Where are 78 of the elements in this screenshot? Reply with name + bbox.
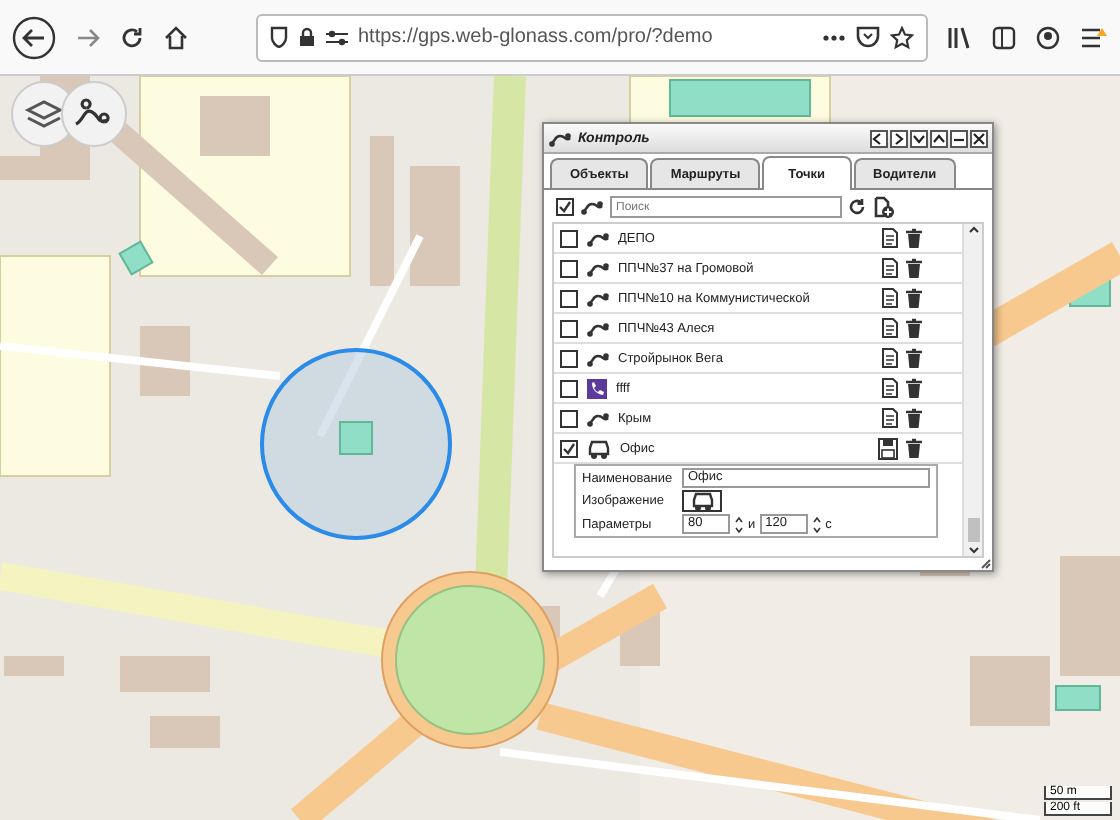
checkbox[interactable]	[560, 349, 578, 367]
menu-icon[interactable]	[1080, 25, 1108, 49]
pocket-icon[interactable]	[856, 26, 880, 48]
reload-icon[interactable]	[120, 25, 144, 49]
spinner-icon[interactable]	[811, 515, 822, 533]
trash-icon[interactable]	[906, 408, 922, 428]
scroll-thumb[interactable]	[967, 518, 979, 542]
phone-icon	[586, 377, 608, 399]
checkbox[interactable]	[560, 259, 578, 277]
address-bar[interactable]: https://gps.web-glonass.com/pro/?demo	[256, 13, 928, 61]
star-icon[interactable]	[890, 25, 914, 49]
add-point-icon[interactable]	[872, 196, 894, 218]
trash-icon[interactable]	[906, 438, 922, 458]
checkbox[interactable]	[560, 379, 578, 397]
save-icon[interactable]	[878, 437, 898, 459]
shield-icon	[270, 26, 288, 48]
expand-icon[interactable]	[930, 129, 948, 147]
checkbox[interactable]	[560, 229, 578, 247]
document-icon[interactable]	[882, 228, 898, 248]
home-icon[interactable]	[164, 25, 188, 49]
lock-icon	[298, 26, 316, 48]
trash-icon[interactable]	[906, 318, 922, 338]
document-icon[interactable]	[882, 258, 898, 278]
trash-icon[interactable]	[906, 378, 922, 398]
document-icon[interactable]	[882, 348, 898, 368]
url-text: https://gps.web-glonass.com/pro/?demo	[358, 26, 715, 48]
more-icon[interactable]	[822, 33, 846, 41]
scrollbar[interactable]	[962, 224, 982, 556]
route-icon	[580, 198, 604, 216]
previous-icon[interactable]	[870, 129, 888, 147]
spinner-icon[interactable]	[734, 515, 744, 533]
trash-icon[interactable]	[906, 348, 922, 368]
route-button[interactable]	[61, 81, 127, 147]
route-icon	[586, 319, 610, 337]
checkbox[interactable]	[560, 289, 578, 307]
checkbox[interactable]	[560, 409, 578, 427]
car-icon	[586, 437, 612, 459]
back-icon[interactable]	[12, 15, 56, 59]
checkbox[interactable]	[560, 439, 578, 457]
forward-icon[interactable]	[76, 25, 100, 49]
building	[4, 656, 64, 676]
resize-grip-icon[interactable]	[980, 558, 992, 570]
route-icon	[586, 259, 610, 277]
account-icon[interactable]	[1036, 25, 1060, 49]
sliders-icon	[326, 27, 348, 47]
scroll-down-icon[interactable]	[967, 546, 979, 556]
refresh-icon[interactable]	[848, 198, 866, 216]
route-icon	[586, 289, 610, 307]
building	[1060, 556, 1120, 676]
car-icon	[689, 490, 715, 512]
park-area	[669, 79, 811, 117]
trash-icon[interactable]	[906, 258, 922, 278]
trash-icon[interactable]	[906, 288, 922, 308]
sidebar-icon[interactable]	[992, 25, 1016, 49]
image-picker-button[interactable]	[682, 490, 722, 512]
library-icon[interactable]	[948, 25, 972, 49]
close-icon[interactable]	[970, 129, 988, 147]
minimize-icon[interactable]	[950, 129, 968, 147]
building	[410, 166, 460, 286]
route-icon	[586, 409, 610, 427]
collapse-icon[interactable]	[910, 129, 928, 147]
building	[120, 656, 210, 692]
park-area	[339, 421, 373, 455]
park-area	[1055, 685, 1101, 711]
building	[970, 656, 1050, 726]
document-icon[interactable]	[882, 408, 898, 428]
document-icon[interactable]	[882, 378, 898, 398]
route-icon	[548, 129, 572, 147]
route-icon	[586, 349, 610, 367]
document-icon[interactable]	[882, 288, 898, 308]
scroll-up-icon[interactable]	[967, 224, 979, 234]
building	[150, 716, 220, 748]
document-icon[interactable]	[882, 318, 898, 338]
trash-icon[interactable]	[906, 228, 922, 248]
checkbox[interactable]	[560, 319, 578, 337]
checkbox[interactable]	[556, 198, 574, 216]
route-icon	[586, 229, 610, 247]
next-icon[interactable]	[890, 129, 908, 147]
